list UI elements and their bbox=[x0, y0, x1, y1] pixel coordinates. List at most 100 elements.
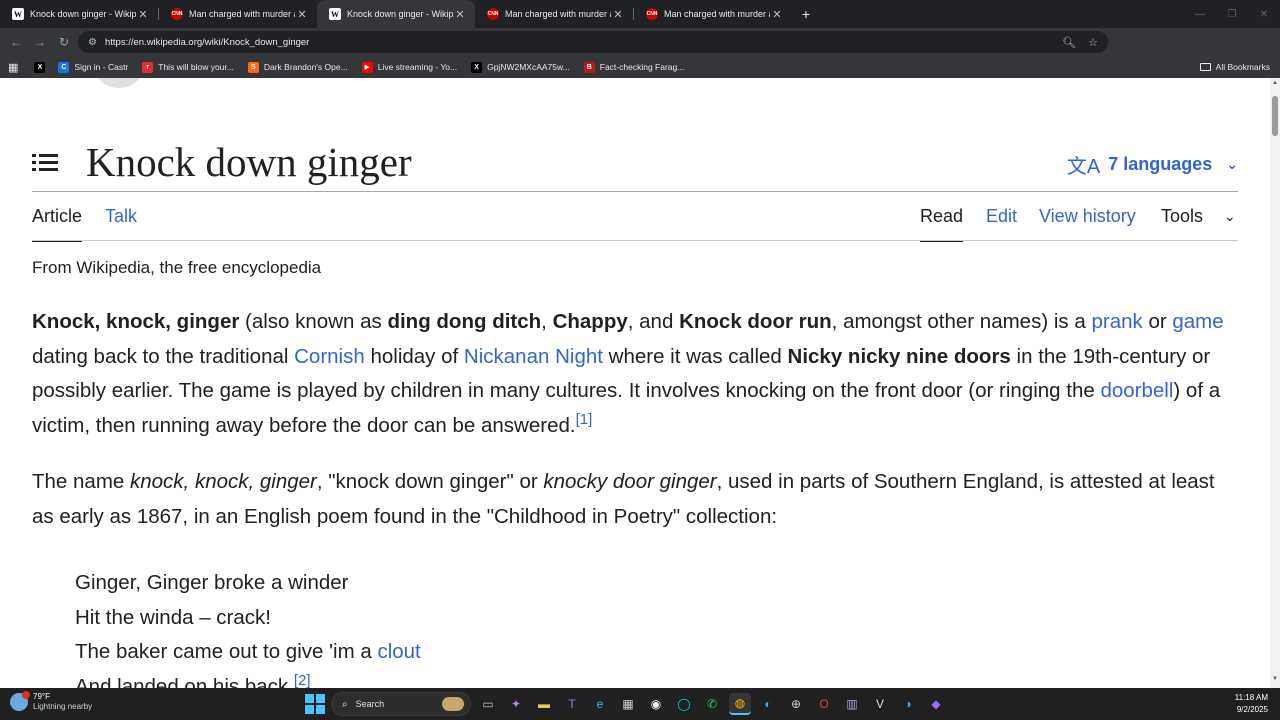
citation-2[interactable]: [2] bbox=[294, 672, 311, 688]
close-tab-icon[interactable]: ✕ bbox=[453, 8, 467, 21]
forward-icon[interactable]: → bbox=[28, 30, 52, 54]
substack-favicon-icon: S bbox=[247, 61, 259, 73]
site-info-icon[interactable]: ⚙ bbox=[88, 37, 97, 48]
close-tab-icon[interactable]: ✕ bbox=[770, 8, 784, 21]
link-prank[interactable]: prank bbox=[1091, 310, 1142, 333]
bookmark-label: This will blow your... bbox=[158, 62, 234, 72]
link-doorbell[interactable]: doorbell bbox=[1100, 379, 1173, 402]
citation-1[interactable]: [1] bbox=[576, 411, 593, 428]
page-scrollbar[interactable]: ▲ ▼ bbox=[1270, 78, 1280, 688]
close-tab-icon[interactable]: ✕ bbox=[136, 8, 150, 21]
phone-icon[interactable]: ✆ bbox=[701, 693, 723, 715]
url-text: https://en.wikipedia.org/wiki/Knock_down… bbox=[104, 36, 310, 48]
system-clock[interactable]: 11:18 AM 9/2/2025 bbox=[1235, 692, 1268, 716]
text: or bbox=[1142, 310, 1173, 333]
reload-icon[interactable]: ↻ bbox=[52, 30, 76, 54]
italic-term: knocky door ginger bbox=[543, 470, 717, 493]
back-icon[interactable]: ← bbox=[4, 30, 28, 54]
bookmark-x-image[interactable]: X GpjNW2MXcAA75w... bbox=[471, 61, 570, 73]
bookmark-bbc[interactable]: B Fact-checking Farag... bbox=[583, 61, 684, 73]
bold-term: Knock door run bbox=[679, 310, 832, 333]
bookmark-star-icon[interactable]: ☆ bbox=[1088, 36, 1098, 49]
dell-icon[interactable]: ◉ bbox=[645, 693, 667, 715]
bold-term: ding dong ditch bbox=[387, 310, 542, 333]
tools-chevron-down-icon[interactable]: ⌄ bbox=[1224, 208, 1236, 244]
windows-start-icon[interactable] bbox=[305, 694, 325, 714]
paragraph-1: Knock, knock, ginger (also known as ding… bbox=[32, 305, 1232, 443]
text: where it was called bbox=[602, 344, 788, 368]
address-bar[interactable]: ⚙ https://en.wikipedia.org/wiki/Knock_do… bbox=[78, 31, 1108, 53]
link-cornish[interactable]: Cornish bbox=[294, 345, 365, 368]
tab-tools[interactable]: Tools bbox=[1161, 206, 1203, 242]
all-bookmarks-label: All Bookmarks bbox=[1215, 62, 1270, 72]
calculator-icon[interactable]: ▥ bbox=[841, 693, 863, 715]
bookmark-substack[interactable]: S Dark Brandon's Ope... bbox=[247, 61, 348, 73]
zoom-icon[interactable]: 🔍︎ bbox=[1062, 36, 1076, 49]
close-tab-icon[interactable]: ✕ bbox=[295, 8, 309, 21]
scroll-down-icon[interactable]: ▼ bbox=[1270, 676, 1280, 686]
tab-title: Man charged with murder after bbox=[189, 9, 295, 19]
close-window-icon[interactable]: ✕ bbox=[1248, 0, 1280, 28]
youtube-favicon-icon: ▶ bbox=[361, 61, 373, 73]
reddit-favicon-icon: r bbox=[142, 61, 154, 73]
minimize-icon[interactable]: — bbox=[1184, 0, 1216, 28]
weather-widget[interactable]: 79°F Lightning nearby bbox=[10, 691, 92, 712]
search-icon: ⌕ bbox=[342, 698, 348, 710]
tab-5[interactable]: CNN Man charged with murder after ✕ bbox=[634, 0, 792, 28]
apps-grid-icon[interactable]: ▦ bbox=[8, 61, 18, 74]
opera-icon[interactable]: O bbox=[813, 693, 835, 715]
table-of-contents-icon[interactable] bbox=[32, 152, 58, 174]
tab-edit[interactable]: Edit bbox=[986, 206, 1017, 242]
teams-icon[interactable]: T bbox=[561, 693, 583, 715]
bookmark-x[interactable]: X bbox=[34, 61, 50, 73]
site-tagline: From Wikipedia, the free encyclopedia bbox=[32, 258, 322, 277]
edge-icon[interactable]: e bbox=[589, 693, 611, 715]
tab-3-active[interactable]: W Knock down ginger - Wikipedia ✕ bbox=[317, 0, 475, 28]
all-bookmarks-button[interactable]: All Bookmarks bbox=[1199, 56, 1270, 78]
link-clout[interactable]: clout bbox=[377, 640, 420, 663]
languages-label: 7 languages bbox=[1108, 154, 1213, 174]
edge-dev-icon[interactable]: ◑ bbox=[897, 693, 919, 715]
cortana-icon[interactable]: ◯ bbox=[673, 693, 695, 715]
maximize-icon[interactable]: ❐ bbox=[1216, 0, 1248, 28]
tab-read[interactable]: Read bbox=[920, 206, 964, 242]
purple-app-icon[interactable]: ◆ bbox=[925, 693, 947, 715]
wikipedia-logo-icon[interactable] bbox=[92, 78, 146, 88]
page-tabs: Article Talk Read Edit View history Tool… bbox=[32, 206, 1238, 242]
bookmark-reddit[interactable]: r This will blow your... bbox=[142, 61, 234, 73]
bookmark-castr[interactable]: C Sign in - Castr bbox=[58, 61, 128, 73]
task-view-icon[interactable]: ▭ bbox=[477, 693, 499, 715]
tab-view-history[interactable]: View history bbox=[1039, 206, 1136, 242]
copilot-icon[interactable]: ✦ bbox=[505, 693, 527, 715]
tab-article[interactable]: Article bbox=[32, 206, 83, 242]
taskbar-apps: ⌕ Search ▭ ✦ ▬ T e ▦ ◉ ◯ ✆ ◍ ◐ ⊕ O ▥ V ◑… bbox=[305, 692, 947, 716]
link-game[interactable]: game bbox=[1172, 310, 1223, 333]
file-explorer-icon[interactable]: ▬ bbox=[533, 693, 555, 715]
chrome-icon[interactable]: ◍ bbox=[729, 693, 751, 715]
vivaldi-icon[interactable]: V bbox=[869, 693, 891, 715]
close-tab-icon[interactable]: ✕ bbox=[611, 8, 625, 21]
tab-4[interactable]: CNN Man charged with murder after ✕ bbox=[475, 0, 633, 28]
tab-talk[interactable]: Talk bbox=[105, 206, 137, 242]
store-icon[interactable]: ▦ bbox=[617, 693, 639, 715]
cnn-favicon-icon: CNN bbox=[646, 8, 658, 20]
x-logo-icon: X bbox=[34, 61, 46, 73]
tab-2[interactable]: CNN Man charged with murder after ✕ bbox=[159, 0, 317, 28]
bookmark-youtube[interactable]: ▶ Live streaming - Yo... bbox=[361, 61, 457, 73]
cnn-favicon-icon: CNN bbox=[171, 8, 183, 20]
app-icon[interactable]: ◐ bbox=[757, 693, 779, 715]
text: The baker came out to give 'im a bbox=[75, 640, 378, 663]
tab-title: Knock down ginger - Wikipedia bbox=[30, 9, 136, 19]
tab-1[interactable]: W Knock down ginger - Wikipedia ✕ bbox=[0, 0, 158, 28]
text: And landed on his back. bbox=[75, 675, 294, 688]
scroll-up-icon[interactable]: ▲ bbox=[1270, 80, 1280, 90]
folder-icon bbox=[1199, 63, 1211, 71]
scrollbar-thumb[interactable] bbox=[1272, 96, 1278, 136]
taskbar-search[interactable]: ⌕ Search bbox=[331, 692, 471, 716]
new-tab-button[interactable]: + bbox=[792, 0, 820, 28]
link-nickanan-night[interactable]: Nickanan Night bbox=[464, 345, 603, 368]
x-logo-icon: X bbox=[471, 61, 483, 73]
globe-icon[interactable]: ⊕ bbox=[785, 693, 807, 715]
bbc-favicon-icon: B bbox=[583, 61, 595, 73]
language-selector[interactable]: 文A 7 languages ⌄ bbox=[1067, 150, 1238, 179]
